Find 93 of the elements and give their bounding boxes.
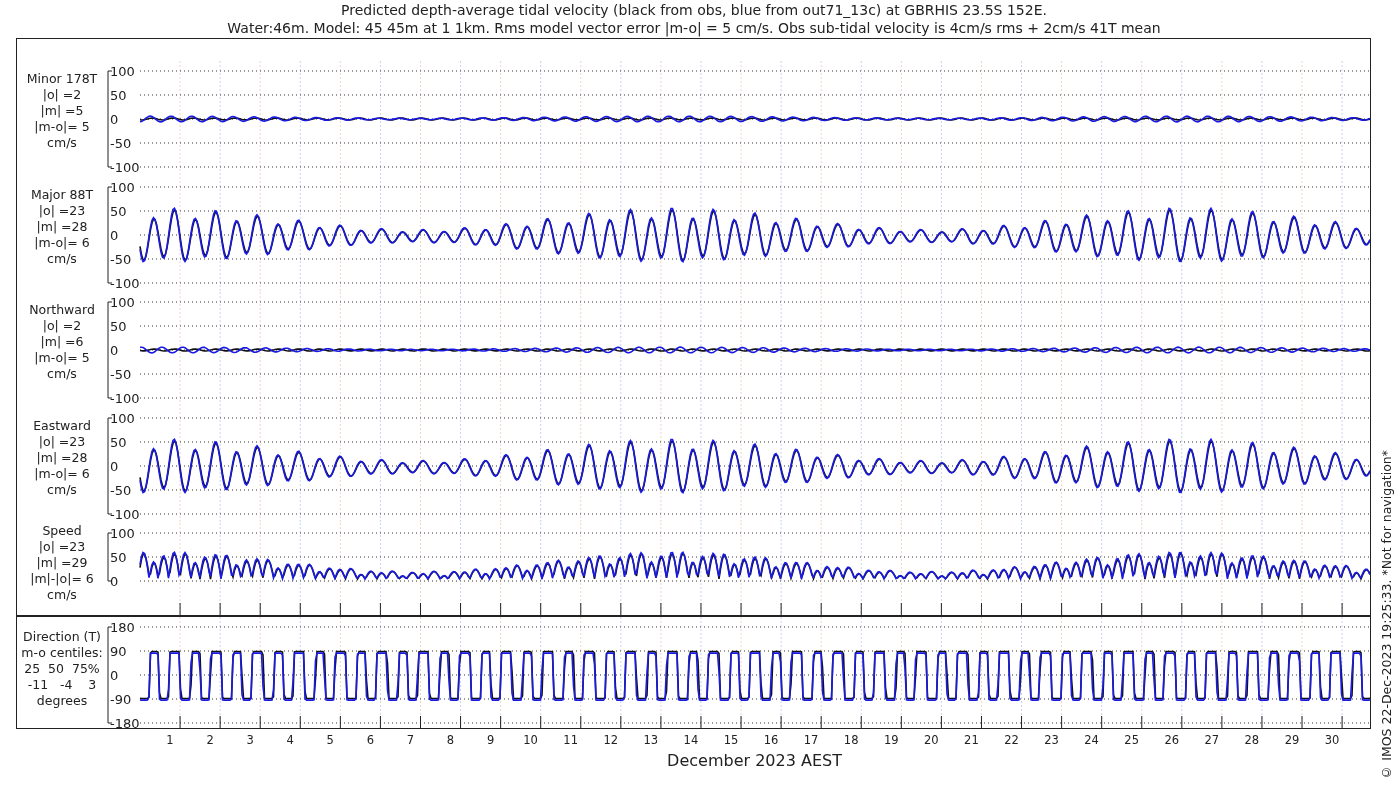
x-tick-label: 14 [683, 733, 699, 747]
panel-label: |o| =2 [42, 318, 82, 334]
y-tick-label: 50 [110, 203, 127, 219]
x-tick-label: 11 [563, 733, 578, 747]
panel-label: |o| =2 [42, 87, 82, 103]
y-tick-label: 50 [110, 88, 127, 103]
panel-label: cm/s [47, 135, 77, 151]
panel-label: Eastward [33, 417, 91, 434]
chart-title: Predicted depth-average tidal velocity (black from obs, blue from out71_13c) at GBRHIS 23.5S 152E. [341, 1, 1047, 19]
panel-label: |m-o|= 6 [34, 465, 90, 482]
panel-label: |m| =28 [36, 218, 88, 235]
credit-text: © IMOS 22-Dec-2023 19:25:33. *Not for navigation* [1378, 450, 1394, 780]
x-tick-label: 1 [166, 733, 174, 747]
panel-label: |m| =6 [40, 334, 84, 350]
panel-label: |m|-|o|= 6 [30, 571, 94, 587]
panel-label: |m| =28 [36, 449, 88, 466]
panel-label: cm/s [47, 366, 77, 382]
panel-label: Northward [29, 302, 95, 318]
panel-label: 25 50 75% [24, 661, 100, 677]
panel-label: |m| =5 [40, 103, 84, 119]
x-tick-label: 5 [326, 733, 334, 747]
panel-label: |m| =29 [36, 555, 88, 571]
x-tick-label: 25 [1124, 733, 1139, 747]
y-tick-label: 0 [110, 343, 119, 358]
x-tick-label: 20 [924, 733, 939, 747]
x-tick-label: 2 [206, 733, 214, 747]
y-tick-label: -50 [110, 367, 132, 382]
y-tick-label: 100 [110, 526, 135, 541]
x-tick-label: 29 [1284, 733, 1300, 747]
x-tick-label: 8 [446, 733, 455, 747]
y-tick-label: -50 [110, 136, 132, 151]
x-tick-label: 6 [366, 733, 374, 747]
y-tick-label: 50 [110, 434, 127, 450]
x-tick-label: 18 [843, 733, 859, 747]
panel-label: Direction (T) [23, 629, 101, 645]
x-tick-label: 4 [286, 733, 294, 747]
x-tick-label: 27 [1204, 733, 1220, 747]
y-tick-label: 0 [110, 458, 119, 474]
y-tick-label: -100 [110, 391, 140, 406]
panel-label: cm/s [47, 250, 77, 267]
x-tick-label: 23 [1044, 733, 1059, 747]
y-tick-label: -180 [110, 716, 140, 728]
y-tick-label: 100 [110, 64, 135, 79]
y-tick-label: 100 [110, 179, 135, 195]
panel-label: degrees [36, 693, 88, 709]
x-tick-label: 9 [486, 733, 495, 747]
x-tick-label: 7 [406, 733, 415, 747]
x-tick-label: 21 [964, 733, 979, 747]
chart-title: Water:46m. Model: 45 45m at 1 1km. Rms model vector error |m-o| = 5 cm/s. Obs sub-tidal velocity is 4cm/s rms + 2cm/s 41T mean [227, 19, 1161, 37]
x-tick-label: 24 [1084, 733, 1099, 747]
y-tick-label: 0 [110, 668, 119, 683]
panel-label: |m-o|= 5 [34, 119, 90, 135]
x-tick-label: 30 [1324, 733, 1340, 747]
x-tick-label: 3 [246, 733, 254, 747]
x-tick-label: 12 [603, 733, 619, 747]
y-tick-label: 50 [110, 319, 127, 334]
panel-label: |o| =23 [38, 539, 86, 555]
y-tick-label: 180 [110, 620, 135, 635]
y-tick-label: -100 [110, 275, 140, 291]
y-tick-label: -50 [110, 482, 132, 498]
panel-label: |o| =23 [38, 202, 86, 219]
y-tick-label: 0 [110, 574, 119, 589]
x-tick-label: 19 [883, 733, 899, 747]
panel-label: -11 -4 3 [27, 677, 97, 693]
panel-label: Minor 178T [26, 71, 98, 87]
y-tick-label: 100 [110, 295, 135, 310]
x-tick-label: 15 [723, 733, 739, 747]
panel-label: cm/s [47, 481, 77, 498]
x-tick-label: 28 [1244, 733, 1260, 747]
panel-label: |o| =23 [38, 433, 86, 450]
y-tick-label: 100 [110, 410, 135, 426]
y-tick-label: -90 [110, 692, 132, 707]
y-tick-label: -100 [110, 160, 140, 175]
y-tick-label: 0 [110, 227, 119, 243]
x-tick-label: 16 [763, 733, 779, 747]
y-axis [107, 532, 113, 582]
panel-label: Speed [42, 523, 82, 539]
x-tick-label: 10 [523, 733, 538, 747]
panel-label: cm/s [47, 587, 77, 603]
y-tick-label: -100 [110, 506, 140, 522]
panel-label: |m-o|= 5 [34, 350, 90, 366]
y-tick-label: -50 [110, 251, 132, 267]
x-tick-label: 26 [1164, 733, 1180, 747]
x-tick-label: 17 [803, 733, 819, 747]
y-tick-label: 0 [110, 112, 119, 127]
x-tick-label: 13 [643, 733, 659, 747]
y-tick-label: 90 [110, 644, 127, 659]
x-axis-label: December 2023 AEST [667, 751, 842, 770]
y-tick-label: 50 [110, 550, 127, 565]
x-tick-label: 22 [1004, 733, 1019, 747]
panel-label: |m-o|= 6 [34, 234, 90, 251]
panel-label: Major 88T [30, 186, 94, 203]
panel-label: m-o centiles: [21, 645, 103, 661]
